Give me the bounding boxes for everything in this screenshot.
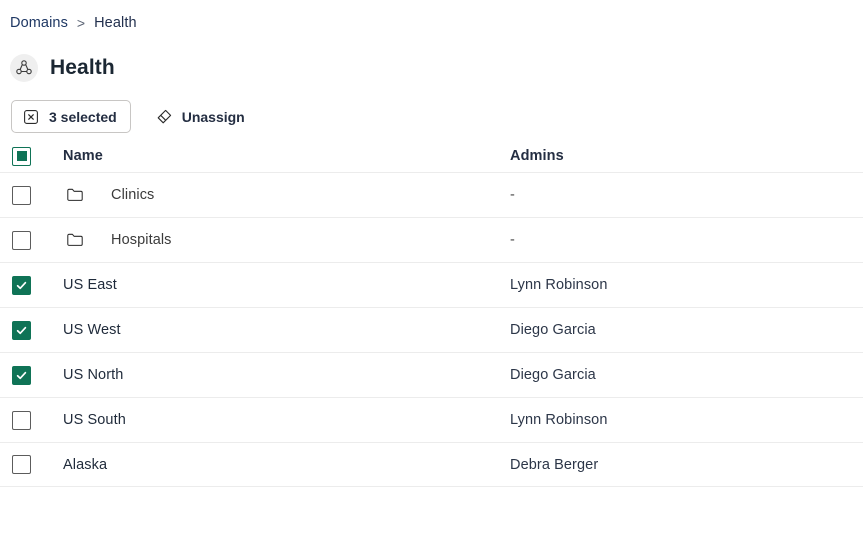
check-icon [15, 369, 28, 382]
table-row[interactable]: US East Lynn Robinson [0, 262, 863, 307]
row-select-cell [12, 411, 50, 430]
row-checkbox[interactable] [12, 186, 31, 205]
row-name-cell: US West [50, 322, 510, 338]
row-admins: Lynn Robinson [510, 412, 608, 428]
row-name: Alaska [63, 457, 107, 473]
table-header-row: Name Admins [0, 140, 863, 172]
row-admins-cell: - [510, 187, 863, 203]
column-header-admins: Admins [510, 148, 564, 164]
row-name-cell: US South [50, 412, 510, 428]
row-admins-cell: - [510, 232, 863, 248]
domains-table: Name Admins Clinics - [0, 140, 863, 487]
breadcrumb-item-health[interactable]: Health [94, 15, 137, 31]
table-row[interactable]: US North Diego Garcia [0, 352, 863, 397]
row-admins-cell: Lynn Robinson [510, 277, 863, 293]
row-admins: Debra Berger [510, 457, 598, 473]
select-all-checkbox[interactable] [12, 147, 31, 166]
table-row[interactable]: Clinics - [0, 172, 863, 217]
row-checkbox[interactable] [12, 231, 31, 250]
row-admins-cell: Debra Berger [510, 457, 863, 473]
table-row[interactable]: US West Diego Garcia [0, 307, 863, 352]
breadcrumb-separator: > [77, 15, 85, 31]
row-admins: Lynn Robinson [510, 277, 608, 293]
unassign-label: Unassign [182, 109, 245, 125]
row-name: US South [63, 412, 126, 428]
row-checkbox[interactable] [12, 276, 31, 295]
row-select-cell [12, 231, 50, 250]
page-title: Health [50, 56, 115, 80]
row-admins: Diego Garcia [510, 367, 596, 383]
check-icon [15, 279, 28, 292]
indeterminate-mark [17, 151, 27, 161]
row-name: US North [63, 367, 123, 383]
row-checkbox[interactable] [12, 455, 31, 474]
unassign-button[interactable]: Unassign [147, 100, 253, 133]
row-admins-cell: Lynn Robinson [510, 412, 863, 428]
row-checkbox[interactable] [12, 366, 31, 385]
row-name-cell: US North [50, 367, 510, 383]
row-name-cell: US East [50, 277, 510, 293]
row-select-cell [12, 455, 50, 474]
row-name: US West [63, 322, 121, 338]
row-name: Clinics [111, 187, 154, 203]
domain-detail-page: Domains > Health Health 3 selected [0, 0, 863, 541]
row-admins-cell: Diego Garcia [510, 322, 863, 338]
selected-count-label: 3 selected [49, 109, 117, 125]
page-title-row: Health [10, 52, 115, 84]
breadcrumb-item-domains[interactable]: Domains [10, 15, 68, 31]
column-header-name-cell[interactable]: Name [50, 148, 510, 164]
row-name: US East [63, 277, 117, 293]
command-bar: 3 selected Unassign [11, 100, 253, 133]
folder-icon [65, 230, 85, 250]
row-admins: - [510, 232, 515, 248]
table-row[interactable]: Hospitals - [0, 217, 863, 262]
row-select-cell [12, 366, 50, 385]
breadcrumb: Domains > Health [10, 12, 137, 34]
row-admins-cell: Diego Garcia [510, 367, 863, 383]
row-select-cell [12, 276, 50, 295]
x-square-icon [22, 108, 40, 126]
row-select-cell [12, 321, 50, 340]
folder-icon [65, 185, 85, 205]
row-admins: - [510, 187, 515, 203]
select-all-cell [12, 147, 50, 166]
eraser-icon [155, 108, 173, 126]
column-header-name: Name [63, 148, 103, 164]
row-checkbox[interactable] [12, 411, 31, 430]
domain-network-icon [10, 54, 38, 82]
row-name-cell: Alaska [50, 457, 510, 473]
row-name: Hospitals [111, 232, 172, 248]
table-row[interactable]: US South Lynn Robinson [0, 397, 863, 442]
table-row[interactable]: Alaska Debra Berger [0, 442, 863, 487]
row-name-cell: Clinics [50, 185, 510, 205]
row-checkbox[interactable] [12, 321, 31, 340]
row-name-cell: Hospitals [50, 230, 510, 250]
selected-count-button[interactable]: 3 selected [11, 100, 131, 133]
row-admins: Diego Garcia [510, 322, 596, 338]
check-icon [15, 324, 28, 337]
row-select-cell [12, 186, 50, 205]
column-header-admins-cell[interactable]: Admins [510, 148, 863, 164]
